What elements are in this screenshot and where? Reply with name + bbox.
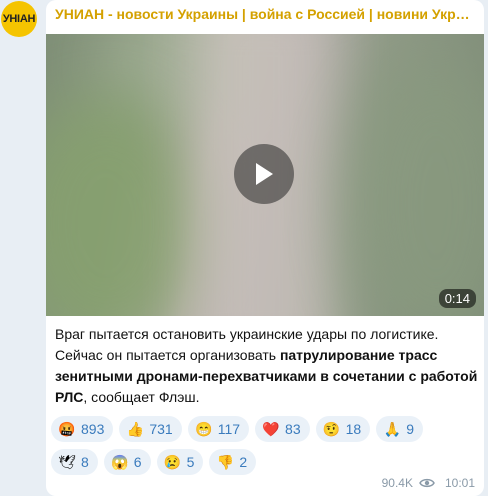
reaction-thumbs-up[interactable]: 👍 731 — [119, 416, 182, 442]
reaction-count: 117 — [217, 421, 241, 437]
reaction-heart[interactable]: ❤️ 83 — [255, 416, 310, 442]
reactions-bar: 🤬 893 👍 731 😁 117 ❤️ 83 🤨 18 🙏 9 🕊 8 😱 6… — [51, 416, 481, 482]
thumbs-down-icon: 👎 — [216, 453, 235, 470]
play-icon — [256, 163, 273, 185]
reaction-pray[interactable]: 🙏 9 — [376, 416, 423, 442]
thumbs-up-icon: 👍 — [126, 420, 145, 437]
reaction-angry[interactable]: 🤬 893 — [51, 416, 114, 442]
heart-icon: ❤️ — [262, 420, 280, 437]
reaction-grin[interactable]: 😁 117 — [187, 416, 250, 442]
avatar-text: УНІАН — [2, 13, 36, 25]
message-time: 10:01 — [444, 476, 475, 490]
cry-emoji-icon: 😢 — [163, 453, 182, 470]
reaction-cry[interactable]: 😢 5 — [156, 449, 204, 475]
reaction-count: 5 — [186, 454, 195, 470]
view-count: 90.4K — [381, 476, 413, 490]
channel-title[interactable]: УНИАН - новости Украины | война с Россие… — [55, 6, 477, 22]
pray-icon: 🙏 — [383, 420, 401, 437]
play-button[interactable] — [234, 144, 294, 204]
reaction-count: 893 — [81, 421, 105, 437]
grin-emoji-icon: 😁 — [195, 420, 213, 437]
reaction-count: 731 — [149, 421, 173, 437]
message-bubble: УНИАН - новости Украины | война с Россие… — [46, 0, 484, 496]
eye-icon — [419, 477, 435, 489]
reaction-dove[interactable]: 🕊 8 — [51, 449, 98, 475]
message-text-part: , сообщает Флэш. — [83, 389, 200, 405]
reaction-count: 18 — [345, 421, 362, 437]
reaction-count: 6 — [133, 454, 142, 470]
reactions-row: 🤬 893 👍 731 😁 117 ❤️ 83 🤨 18 🙏 9 — [51, 416, 481, 442]
reaction-count: 8 — [81, 454, 89, 470]
reaction-count: 9 — [406, 421, 414, 437]
reaction-count: 83 — [285, 421, 301, 437]
reaction-scream[interactable]: 😱 6 — [103, 449, 151, 475]
reaction-raised-eyebrow[interactable]: 🤨 18 — [315, 416, 371, 442]
video-blur-layer — [346, 54, 484, 316]
message-footer: 90.4K 10:01 — [382, 476, 475, 490]
dove-icon: 🕊 — [58, 453, 76, 470]
reactions-row: 🕊 8 😱 6 😢 5 👎 2 — [51, 449, 481, 475]
reaction-thumbs-down[interactable]: 👎 2 — [209, 449, 257, 475]
channel-avatar[interactable]: УНІАН — [1, 1, 37, 37]
scream-emoji-icon: 😱 — [111, 453, 129, 470]
raised-eyebrow-icon: 🤨 — [322, 420, 341, 437]
video-preview[interactable]: 0:14 — [46, 34, 484, 316]
message-text: Враг пытается остановить украинские удар… — [55, 324, 479, 408]
video-duration: 0:14 — [438, 289, 476, 308]
angry-emoji-icon: 🤬 — [58, 420, 76, 437]
reaction-count: 2 — [239, 454, 248, 470]
